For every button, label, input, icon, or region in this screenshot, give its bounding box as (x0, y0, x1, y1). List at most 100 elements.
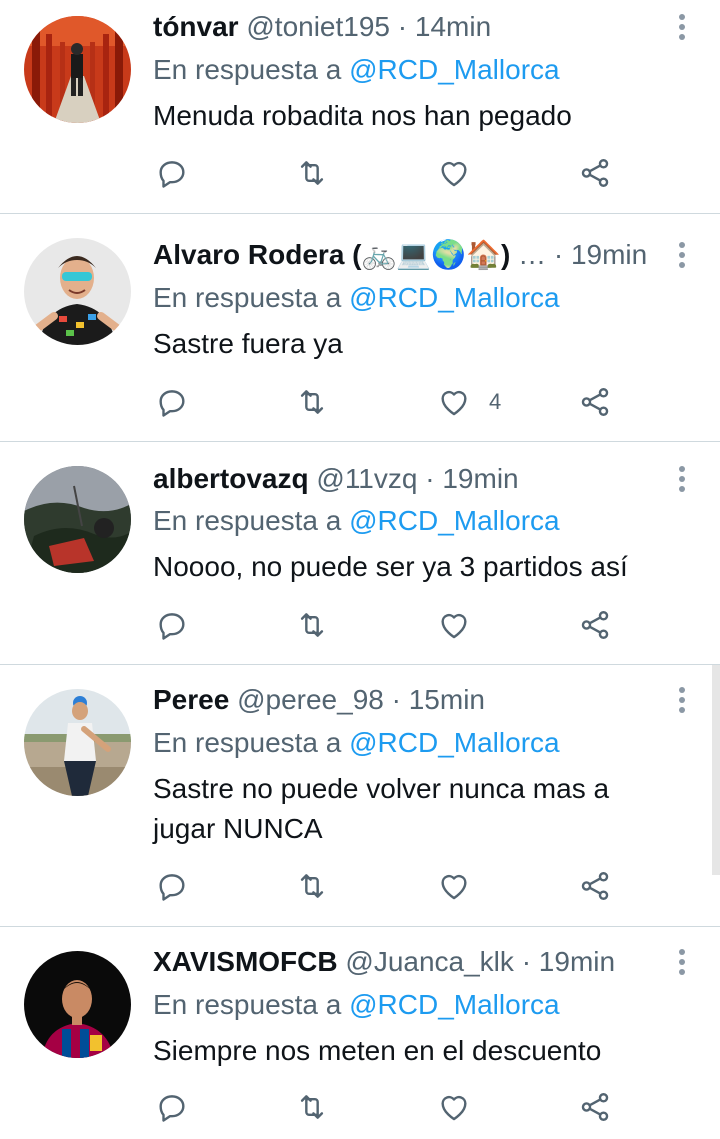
user-handle[interactable]: @11vzq (316, 463, 417, 494)
mention-link[interactable]: @RCD_Mallorca (349, 54, 559, 85)
more-vertical-icon[interactable] (670, 242, 694, 272)
tweet-text: Sastre fuera ya (153, 328, 343, 359)
avatar[interactable] (24, 238, 131, 345)
heart-icon (441, 874, 467, 900)
tweet[interactable]: tónvar @toniet195 · 14min En respuesta a… (0, 0, 720, 214)
tweet-header: Alvaro Rodera (🚲💻🌍🏠) … · 19min (153, 238, 656, 272)
reply-icon (159, 874, 185, 901)
like-button[interactable] (437, 605, 489, 645)
retweet-icon (300, 613, 324, 637)
reply-button[interactable] (155, 382, 189, 422)
separator-dot: · (553, 239, 564, 270)
reply-context: En respuesta a @RCD_Mallorca (153, 281, 560, 315)
display-name[interactable]: tónvar (153, 11, 239, 42)
tweet[interactable]: Alvaro Rodera (🚲💻🌍🏠) … · 19min En respue… (0, 214, 720, 442)
timestamp[interactable]: 19min (539, 946, 615, 977)
reply-button[interactable] (155, 866, 189, 906)
mention-link[interactable]: @RCD_Mallorca (349, 282, 559, 313)
share-button[interactable] (578, 605, 612, 645)
user-handle[interactable]: … (518, 239, 546, 270)
tweet-actions (153, 605, 623, 645)
reply-context: En respuesta a @RCD_Mallorca (153, 53, 560, 87)
avatar[interactable] (24, 16, 131, 123)
mention-link[interactable]: @RCD_Mallorca (349, 989, 559, 1020)
tweet[interactable]: albertovazq @11vzq · 19min En respuesta … (0, 442, 720, 665)
avatar[interactable] (24, 951, 131, 1058)
retweet-button[interactable] (295, 866, 329, 906)
share-icon (581, 872, 609, 900)
like-button[interactable] (437, 153, 489, 193)
tweet-actions (153, 866, 623, 906)
share-button[interactable] (578, 866, 612, 906)
like-count: 4 (489, 389, 502, 414)
reply-context: En respuesta a @RCD_Mallorca (153, 988, 560, 1022)
retweet-button[interactable] (295, 605, 329, 645)
reply-prefix: En respuesta a (153, 989, 342, 1020)
reply-context: En respuesta a @RCD_Mallorca (153, 504, 560, 538)
user-handle[interactable]: @Juanca_klk (345, 946, 514, 977)
mention-link[interactable]: @RCD_Mallorca (349, 505, 559, 536)
reply-icon (159, 390, 185, 417)
tweet-actions (153, 1087, 623, 1127)
tweet-text: Sastre no puede volver nunca mas a jugar… (153, 773, 610, 844)
display-name[interactable]: Alvaro Rodera (🚲💻🌍🏠) (153, 239, 510, 270)
reply-prefix: En respuesta a (153, 505, 342, 536)
share-button[interactable] (578, 382, 612, 422)
reply-context: En respuesta a @RCD_Mallorca (153, 726, 560, 760)
share-icon (581, 1093, 609, 1121)
mention-link[interactable]: @RCD_Mallorca (349, 727, 559, 758)
reply-prefix: En respuesta a (153, 727, 342, 758)
retweet-icon (300, 161, 324, 185)
user-handle[interactable]: @toniet195 (246, 11, 390, 42)
timestamp[interactable]: 19min (442, 463, 518, 494)
separator-dot: · (391, 684, 401, 715)
reply-icon (159, 613, 185, 640)
display-name[interactable]: Peree (153, 684, 229, 715)
retweet-button[interactable] (295, 153, 329, 193)
tweet-text: Noooo, no puede ser ya 3 partidos así (153, 551, 628, 582)
tweet-header: Peree @peree_98 · 15min (153, 683, 656, 717)
share-button[interactable] (578, 153, 612, 193)
like-button[interactable] (437, 1087, 489, 1127)
tweet-text: Siempre nos meten en el descuento (153, 1035, 602, 1066)
share-button[interactable] (578, 1087, 612, 1127)
avatar[interactable] (24, 689, 131, 796)
scrollbar[interactable] (712, 665, 720, 875)
tweet-text: Menuda robadita nos han pegado (153, 100, 572, 131)
share-icon (581, 611, 609, 639)
more-vertical-icon[interactable] (670, 14, 694, 44)
tweet-actions (153, 153, 623, 193)
retweet-button[interactable] (295, 382, 329, 422)
display-name[interactable]: albertovazq (153, 463, 309, 494)
reply-button[interactable] (155, 153, 189, 193)
reply-icon (159, 161, 185, 188)
tweet-header: tónvar @toniet195 · 14min (153, 10, 656, 44)
tweet-actions: 4 (153, 382, 623, 422)
separator-dot: · (521, 946, 532, 977)
timestamp[interactable]: 15min (409, 684, 485, 715)
retweet-icon (300, 390, 324, 414)
reply-button[interactable] (155, 605, 189, 645)
heart-icon (441, 390, 467, 416)
retweet-icon (300, 1095, 324, 1119)
share-icon (581, 159, 609, 187)
separator-dot: · (397, 11, 408, 42)
more-vertical-icon[interactable] (670, 687, 694, 717)
timestamp[interactable]: 14min (415, 11, 491, 42)
like-button[interactable] (437, 866, 489, 906)
user-handle[interactable]: @peree_98 (237, 684, 384, 715)
timestamp[interactable]: 19min (571, 239, 647, 270)
reply-button[interactable] (155, 1087, 189, 1127)
tweet-header: albertovazq @11vzq · 19min (153, 462, 656, 496)
like-button[interactable]: 4 (437, 382, 501, 422)
retweet-icon (300, 874, 324, 898)
display-name[interactable]: XAVISMOFCB (153, 946, 338, 977)
more-vertical-icon[interactable] (670, 466, 694, 496)
heart-icon (441, 161, 467, 187)
tweet[interactable]: Peree @peree_98 · 15min En respuesta a @… (0, 665, 720, 927)
avatar[interactable] (24, 466, 131, 573)
tweet[interactable]: XAVISMOFCB @Juanca_klk · 19min En respue… (0, 927, 720, 1139)
more-vertical-icon[interactable] (670, 949, 694, 979)
retweet-button[interactable] (295, 1087, 329, 1127)
heart-icon (441, 613, 467, 639)
